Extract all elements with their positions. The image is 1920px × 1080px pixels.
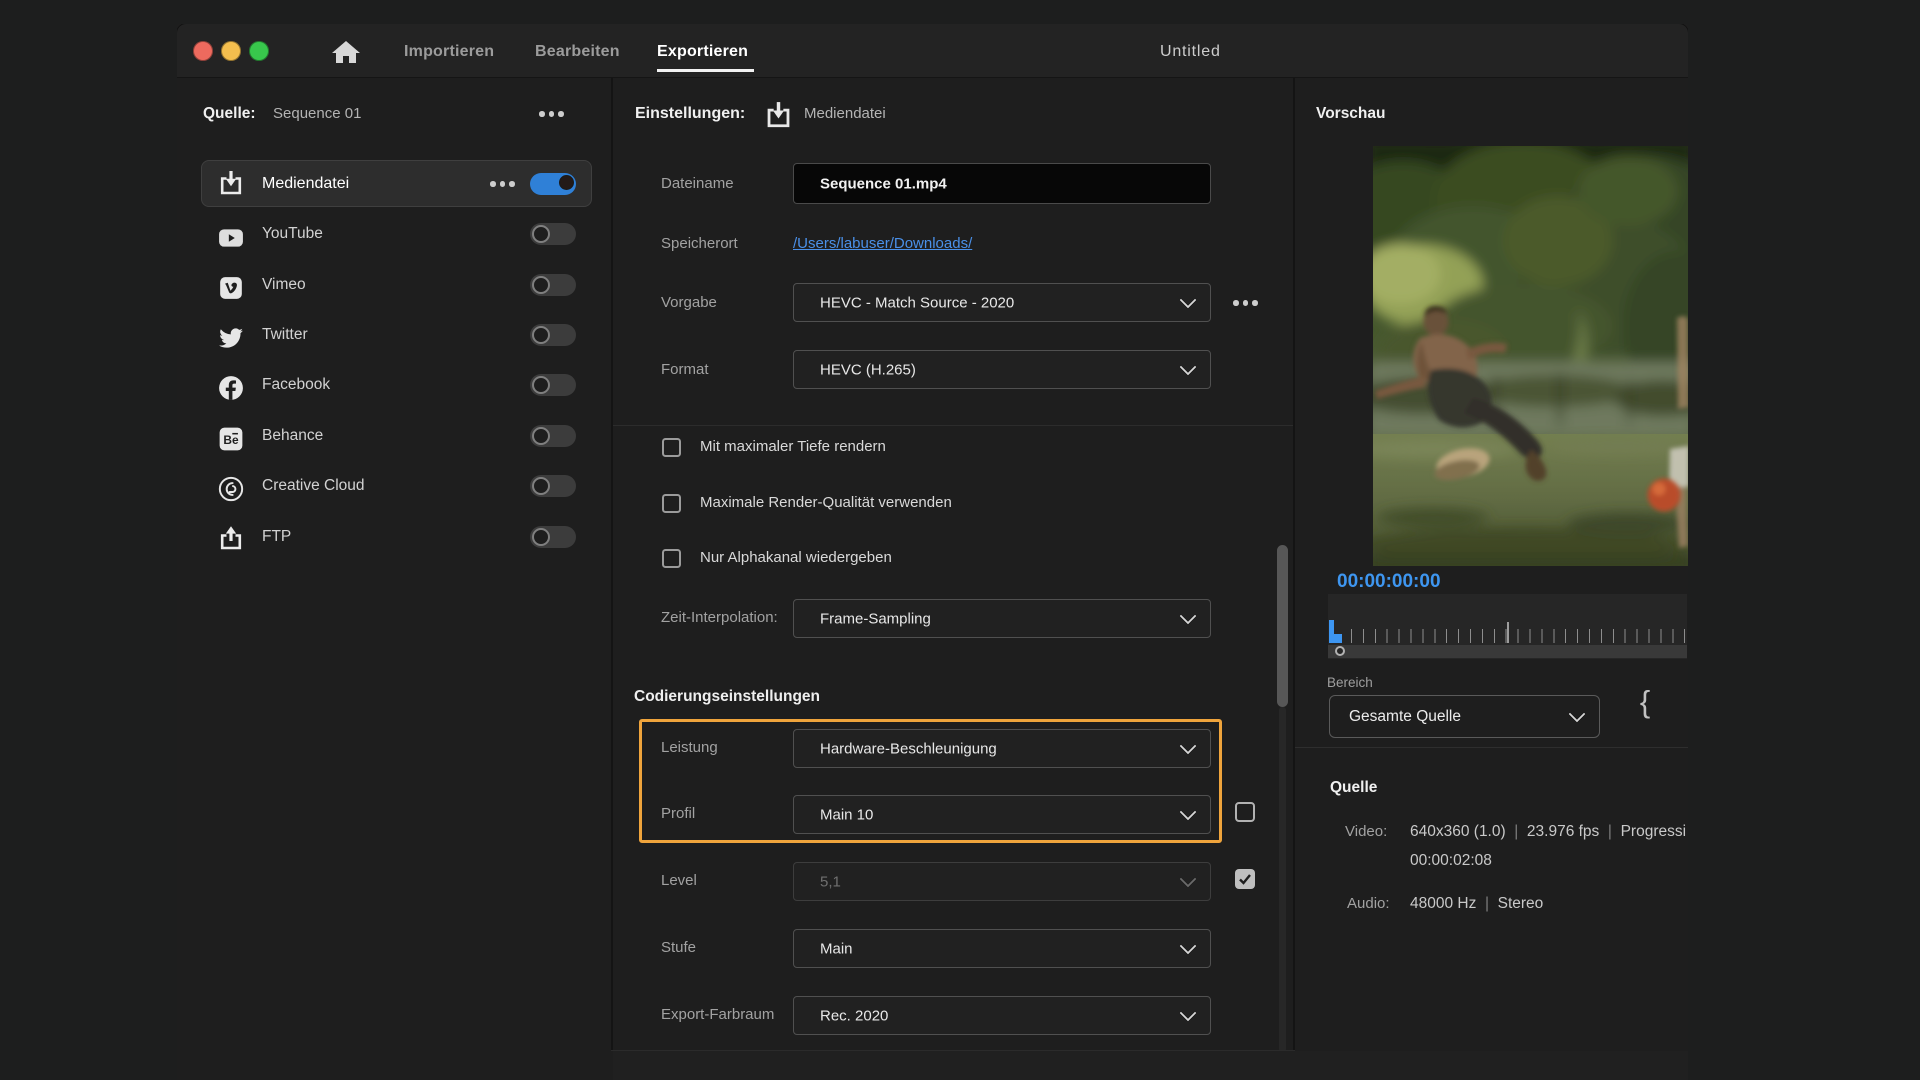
svg-text:Be: Be [223, 433, 239, 447]
